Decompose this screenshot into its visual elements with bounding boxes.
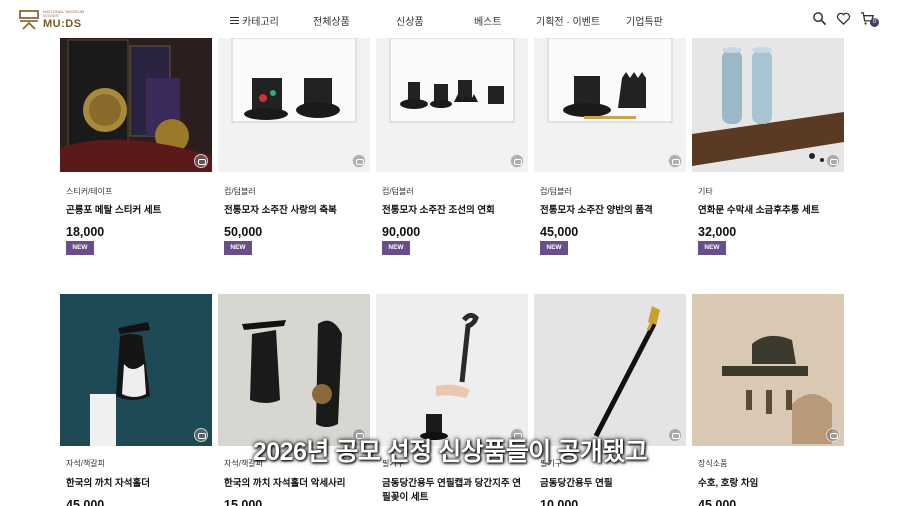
- video-caption: 2026년 공모 선정 신상품들이 공개됐고: [252, 438, 648, 466]
- heart-icon[interactable]: [836, 11, 851, 26]
- new-badge: NEW: [66, 241, 94, 255]
- product-price: 18,000: [66, 225, 105, 239]
- logo-subtitle: NATIONAL MUSEUM GOODS: [43, 9, 85, 18]
- product-image[interactable]: [534, 38, 686, 172]
- nav-all-products[interactable]: 전체상품: [313, 13, 350, 28]
- product-price: 45,000: [540, 225, 579, 239]
- search-icon[interactable]: [812, 11, 827, 26]
- product-title[interactable]: 금동당간용두 연필캡과 당간지주 연필꽂이 세트: [382, 477, 528, 505]
- product-image[interactable]: [376, 294, 528, 446]
- product-title[interactable]: 전통모자 소주잔 사랑의 축복: [224, 204, 370, 218]
- product-image[interactable]: [60, 294, 212, 446]
- product-price: 15,000: [224, 498, 263, 506]
- product-title[interactable]: 전통모자 소주잔 양반의 품격: [540, 204, 686, 218]
- product-price: 50,000: [224, 225, 263, 239]
- product-image[interactable]: [218, 294, 370, 446]
- new-badge: NEW: [382, 241, 410, 255]
- wishlist-button[interactable]: [194, 154, 208, 168]
- product-image[interactable]: [692, 38, 844, 172]
- product-image[interactable]: [376, 38, 528, 172]
- product-price: 10,000: [540, 498, 579, 506]
- nav-events[interactable]: 기획전 · 이벤트: [536, 13, 600, 28]
- new-badge: NEW: [224, 241, 252, 255]
- logo-wordmark: MU:DS: [43, 18, 82, 30]
- product-price: 45,000: [66, 498, 105, 506]
- new-badge: NEW: [540, 241, 568, 255]
- product-category: 컵/텀블러: [224, 187, 256, 196]
- nav-category[interactable]: 카테고리: [230, 13, 279, 28]
- product-category: 컵/텀블러: [540, 187, 572, 196]
- product-category: 스티커/테이프: [66, 187, 113, 196]
- product-category: 기타: [698, 187, 713, 196]
- product-title[interactable]: 한국의 까치 자석홀더 악세사리: [224, 477, 370, 491]
- product-image[interactable]: [692, 294, 844, 446]
- product-price: 32,000: [698, 225, 737, 239]
- product-title[interactable]: 한국의 까치 자석홀더: [66, 477, 212, 491]
- wishlist-button[interactable]: [668, 154, 682, 168]
- product-price: 45,000: [698, 498, 737, 506]
- nav-business[interactable]: 기업특판: [626, 13, 663, 28]
- site-logo[interactable]: NATIONAL MUSEUM GOODS MU:DS: [18, 8, 88, 32]
- product-title[interactable]: 곤룡포 메탈 스티커 세트: [66, 204, 212, 218]
- wishlist-button[interactable]: [352, 154, 366, 168]
- cart-count-badge: 0: [870, 18, 879, 27]
- wishlist-button[interactable]: [510, 154, 524, 168]
- nav-best[interactable]: 베스트: [474, 13, 502, 28]
- product-title[interactable]: 연화문 수막새 소금후추통 세트: [698, 204, 844, 218]
- product-title[interactable]: 수호, 호랑 차임: [698, 477, 844, 491]
- product-title[interactable]: 금동당간용두 연필: [540, 477, 686, 491]
- new-badge: NEW: [698, 241, 726, 255]
- product-image[interactable]: [60, 38, 212, 172]
- logo-mark-icon: [18, 9, 40, 31]
- product-image[interactable]: [218, 38, 370, 172]
- product-price: 90,000: [382, 225, 421, 239]
- product-image[interactable]: [534, 294, 686, 446]
- site-header: NATIONAL MUSEUM GOODS MU:DS 카테고리 전체상품 신상…: [0, 0, 900, 38]
- product-category: 컵/텀블러: [382, 187, 414, 196]
- nav-new-products[interactable]: 신상품: [396, 13, 424, 28]
- menu-icon: [230, 15, 239, 25]
- wishlist-button[interactable]: [826, 154, 840, 168]
- nav-category-label: 카테고리: [242, 17, 279, 28]
- product-title[interactable]: 전통모자 소주잔 조선의 연회: [382, 204, 528, 218]
